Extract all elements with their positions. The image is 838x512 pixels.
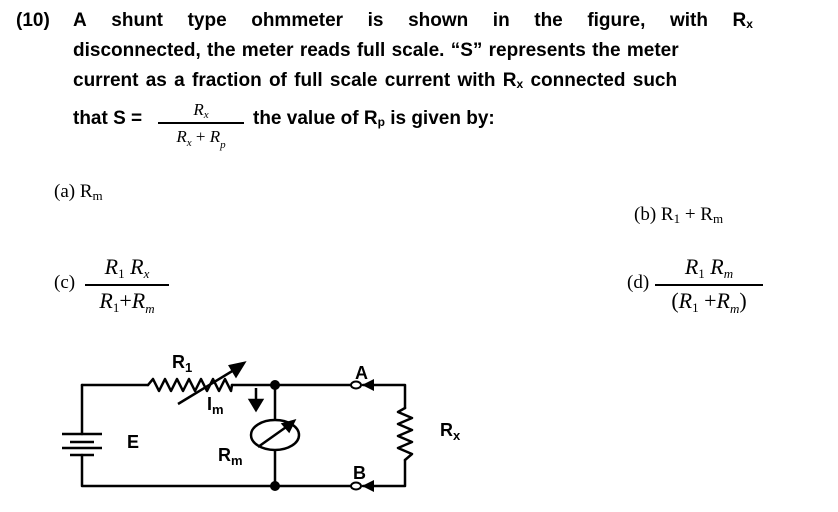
label-e: E [127,432,140,452]
subscript: 1 [185,360,193,375]
r-symbol: R [172,352,185,372]
resistor-rx [396,406,414,462]
circuit-diagram [62,361,414,492]
wire-rx-b [361,458,407,488]
label-im: Im [207,394,224,417]
wire-bottom [80,453,352,488]
r-symbol: R [440,420,453,440]
label-b: B [353,463,366,483]
junction-top [270,380,280,390]
subscript: x [453,428,461,443]
variable-arrow-head [228,361,247,379]
galvanometer-icon [249,418,301,452]
variable-arrow [177,368,235,406]
subscript: m [212,402,224,417]
label-r1: R1 [172,352,193,375]
junction-bottom [270,481,280,491]
label-rm: Rm [218,445,243,468]
resistor-r1 [146,377,234,393]
r-symbol: R [218,445,231,465]
current-arrow-icon [247,388,265,413]
label-rx: Rx [440,420,461,443]
label-a: A [355,363,368,383]
battery-icon [62,432,102,457]
wire-left [80,383,150,436]
subscript: m [231,453,243,468]
